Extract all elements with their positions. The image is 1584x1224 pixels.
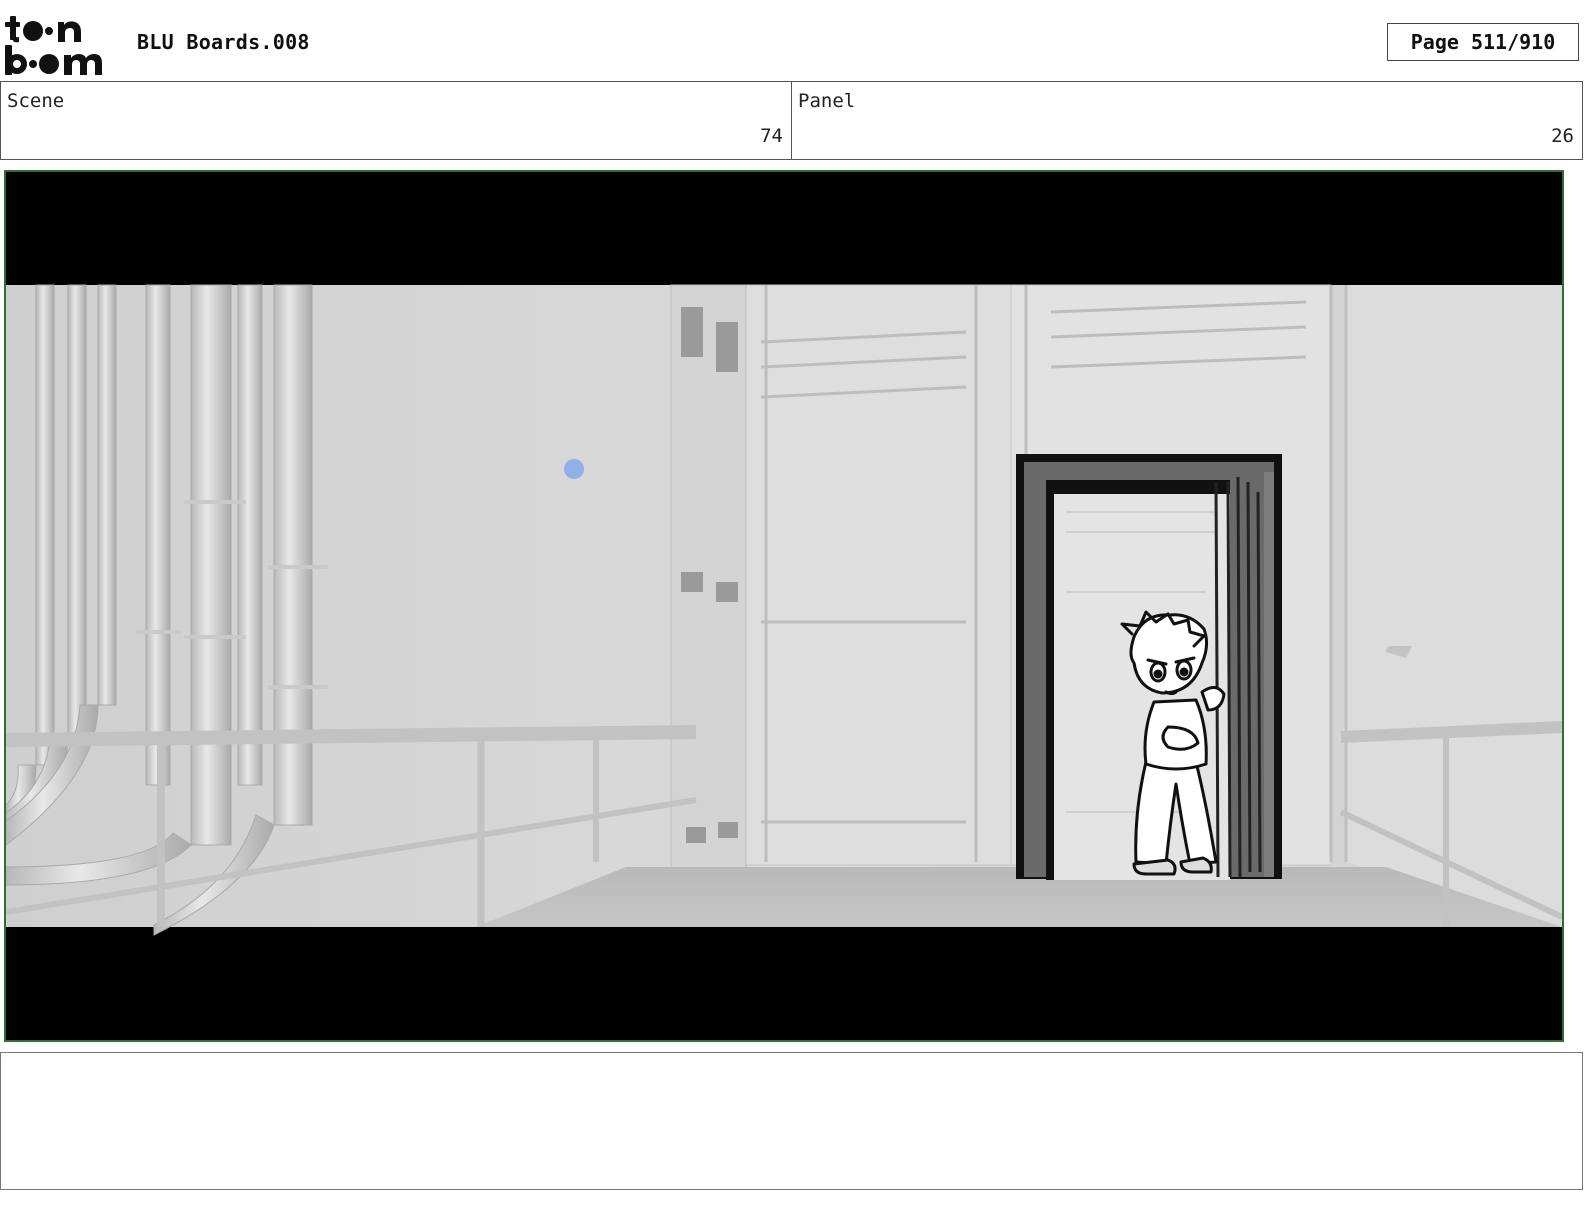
project-title: BLU Boards.008 — [137, 30, 310, 54]
notes-box — [0, 1052, 1583, 1190]
toon-boom-logo — [5, 16, 102, 75]
scene-number: 74 — [760, 125, 783, 147]
storyboard-drawing — [6, 172, 1562, 1040]
background-scene — [6, 284, 1562, 936]
panel-number: 26 — [1551, 125, 1574, 147]
marker-dot — [564, 459, 584, 479]
letterbox-top — [6, 172, 1562, 285]
scene-cell: Scene 74 — [1, 82, 791, 159]
letterbox-bottom — [6, 927, 1562, 1040]
page-indicator: Page 511/910 — [1387, 23, 1579, 61]
panel-label: Panel — [798, 90, 856, 112]
scene-label: Scene — [7, 90, 65, 112]
panel-cell: Panel 26 — [791, 82, 1582, 159]
scene-panel-row: Scene 74 Panel 26 — [0, 81, 1583, 160]
storyboard-panel-image — [4, 170, 1564, 1042]
